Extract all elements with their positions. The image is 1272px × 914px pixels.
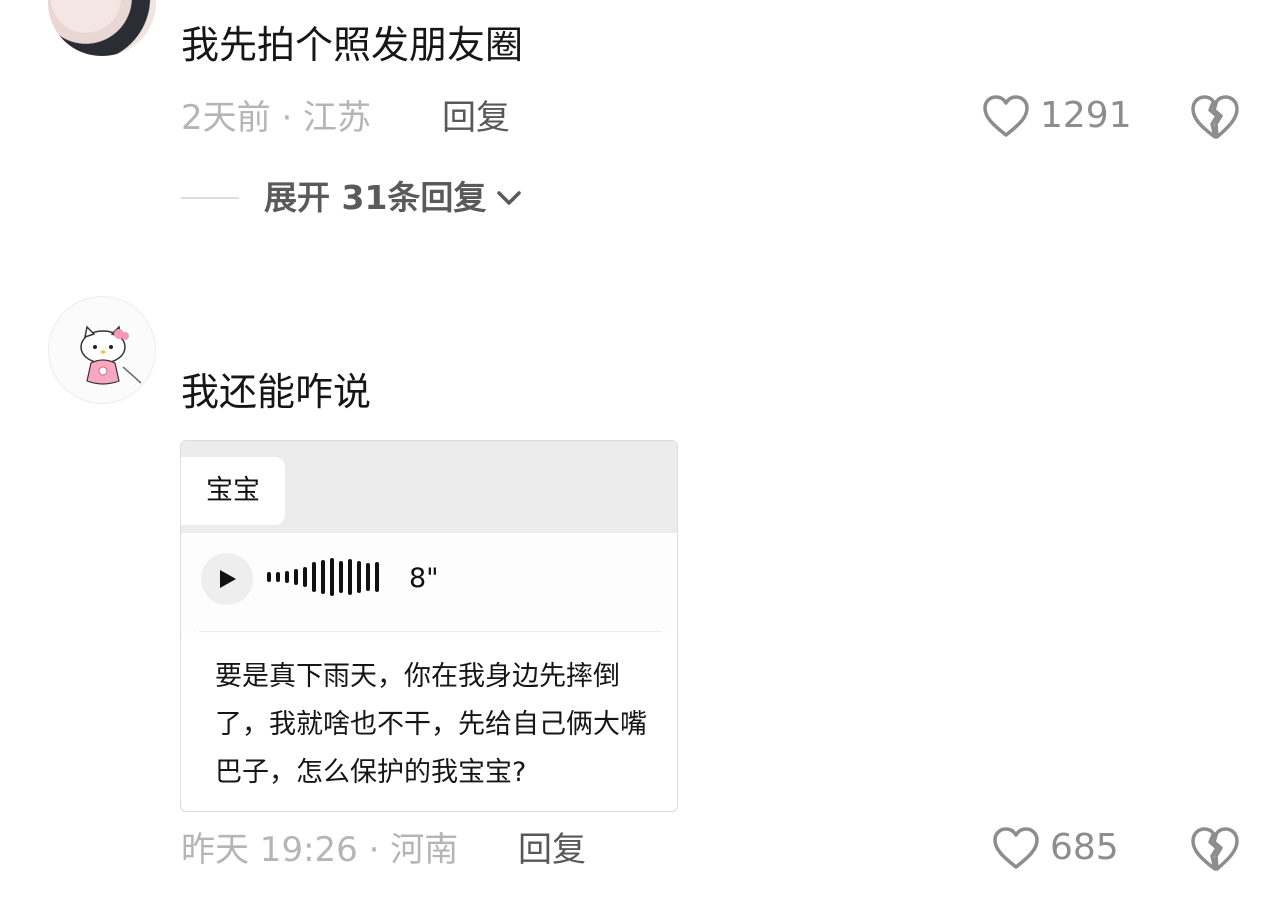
like-button[interactable]: 685: [992, 826, 1119, 870]
heart-icon: [983, 95, 1029, 137]
comment-meta: 2天前 · 江苏: [181, 98, 372, 138]
commenter-avatar[interactable]: [48, 0, 156, 56]
expand-replies-label: 展开 31条回复: [264, 178, 487, 217]
reply-button[interactable]: 回复: [518, 830, 586, 870]
card-divider: [199, 631, 661, 632]
expand-divider: [181, 197, 239, 199]
voice-message: 8": [181, 533, 677, 633]
like-count: 1291: [1040, 95, 1132, 136]
dislike-button[interactable]: [1190, 94, 1240, 144]
commenter-avatar[interactable]: [48, 296, 156, 404]
comment-text: 我还能咋说: [181, 370, 372, 414]
like-button[interactable]: 1291: [982, 94, 1132, 138]
play-icon: [220, 570, 236, 588]
dislike-button[interactable]: [1190, 826, 1240, 876]
quoted-chat-card: 宝宝 8" 要是真下雨天，你在我身边先摔倒了，我就啥也不干，先给自己俩大嘴巴子，…: [180, 440, 678, 812]
chevron-down-icon: [497, 191, 522, 205]
comment-text: 我先拍个照发朋友圈: [181, 23, 524, 67]
play-button[interactable]: [201, 553, 253, 605]
voice-transcript: 要是真下雨天，你在我身边先摔倒了，我就啥也不干，先给自己俩大嘴巴子，怎么保护的我…: [215, 661, 647, 788]
dislike-broken-heart-icon: [1191, 827, 1239, 871]
heart-icon: [993, 827, 1039, 869]
reply-button[interactable]: 回复: [442, 98, 510, 138]
expand-replies-button[interactable]: 展开 31条回复: [264, 178, 524, 218]
chat-contact-name: 宝宝: [181, 457, 285, 525]
like-count: 685: [1050, 827, 1119, 868]
hello-kitty-avatar: [80, 325, 142, 385]
comment-meta: 昨天 19:26 · 河南: [181, 830, 459, 870]
voice-duration: 8": [409, 563, 439, 594]
waveform-icon: [267, 558, 379, 596]
card-header: 宝宝: [181, 441, 677, 533]
dislike-broken-heart-icon: [1191, 95, 1239, 139]
